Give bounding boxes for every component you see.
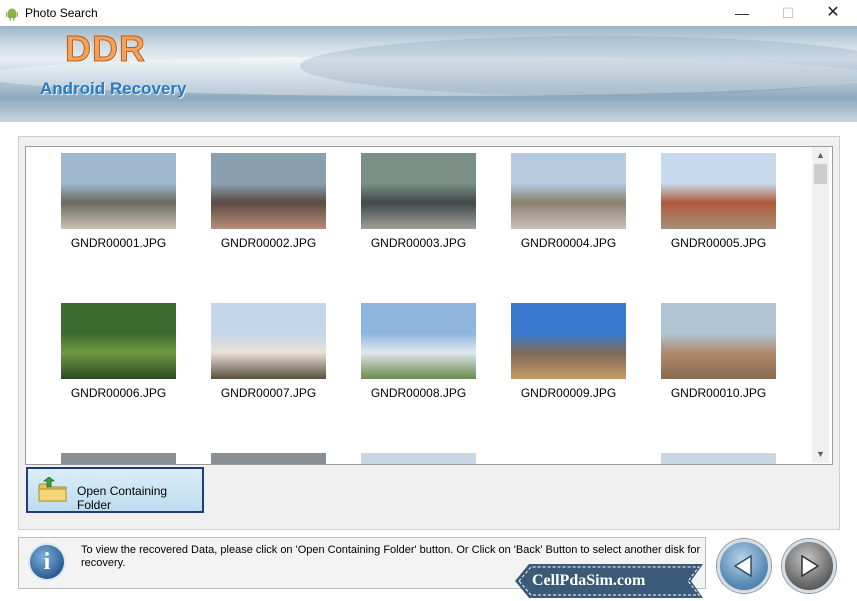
photo-image[interactable] xyxy=(361,303,476,379)
photo-image[interactable] xyxy=(511,153,626,229)
scroll-up-arrow-icon[interactable]: ▲ xyxy=(812,147,829,164)
back-arrow-icon xyxy=(733,554,752,578)
watermark-text: CellPdaSim.com xyxy=(532,572,646,589)
next-button[interactable] xyxy=(782,539,836,593)
photo-thumbnail[interactable]: GNDR00009.JPG xyxy=(476,300,626,420)
photo-thumbnail-partial[interactable] xyxy=(211,453,326,464)
open-folder-label: Open Containing Folder xyxy=(77,484,168,512)
info-icon: i xyxy=(28,543,66,581)
android-icon xyxy=(6,8,18,21)
maximize-button[interactable]: ☐ xyxy=(765,0,811,26)
brand-logo: DDR xyxy=(65,28,146,70)
photo-image[interactable] xyxy=(211,303,326,379)
photo-image[interactable] xyxy=(211,153,326,229)
title-bar: Photo Search — ☐ ✕ xyxy=(0,0,857,26)
product-name: Android Recovery xyxy=(40,79,187,98)
photo-thumbnail[interactable]: GNDR00006.JPG xyxy=(26,300,176,420)
photo-thumbnail[interactable]: GNDR00010.JPG xyxy=(626,300,776,420)
photo-image[interactable] xyxy=(361,153,476,229)
photo-thumbnail-partial[interactable] xyxy=(361,453,476,464)
photo-image[interactable] xyxy=(511,303,626,379)
photo-thumbnail[interactable]: GNDR00008.JPG xyxy=(326,300,476,420)
photo-thumbnail-partial[interactable] xyxy=(661,453,776,464)
photo-thumbnail[interactable]: GNDR00002.JPG xyxy=(176,150,326,270)
photo-thumbnail[interactable]: GNDR00005.JPG xyxy=(626,150,776,270)
window-title: Photo Search xyxy=(25,6,98,20)
minimize-button[interactable]: — xyxy=(719,0,765,26)
photo-thumbnail-partial[interactable] xyxy=(61,453,176,464)
scroll-down-arrow-icon[interactable]: ▼ xyxy=(812,446,829,463)
photo-image[interactable] xyxy=(661,153,776,229)
photo-thumbnail[interactable]: GNDR00003.JPG xyxy=(326,150,476,270)
header-banner: DDR Android Recovery xyxy=(0,26,857,122)
photo-image[interactable] xyxy=(661,303,776,379)
photo-image[interactable] xyxy=(61,303,176,379)
next-arrow-icon xyxy=(801,554,820,578)
photo-filename: GNDR00010.JPG xyxy=(670,386,767,400)
photo-thumbnail[interactable]: GNDR00004.JPG xyxy=(476,150,626,270)
photo-thumbnail[interactable]: GNDR00007.JPG xyxy=(176,300,326,420)
gallery-scrollbar[interactable]: ▲ ▼ xyxy=(812,147,829,463)
photo-gallery[interactable]: GNDR00001.JPG GNDR00002.JPG GNDR00003.JPG G… xyxy=(25,146,833,465)
photo-filename: GNDR00005.JPG xyxy=(670,236,767,250)
close-button[interactable]: ✕ xyxy=(810,0,856,26)
folder-icon xyxy=(38,477,67,502)
scroll-thumb[interactable] xyxy=(814,164,827,184)
back-button[interactable] xyxy=(717,539,771,593)
photo-thumbnail[interactable]: GNDR00001.JPG xyxy=(26,150,176,270)
open-containing-folder-button[interactable]: Open Containing Folder xyxy=(26,467,204,513)
photo-image[interactable] xyxy=(61,153,176,229)
